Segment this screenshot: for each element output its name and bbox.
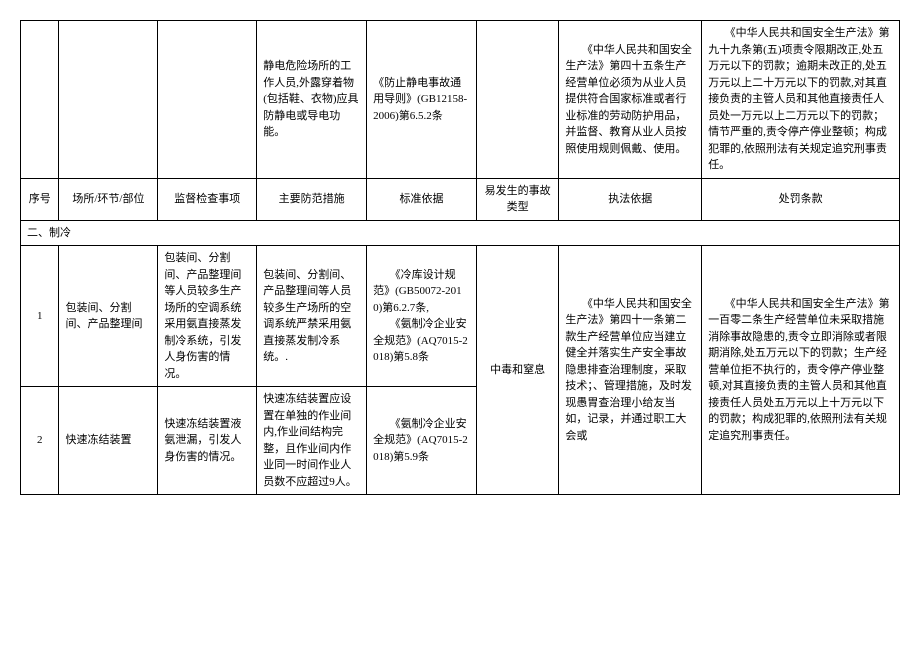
cell-inspect: 快速冻结装置液氨泄漏，引发人身伤害的情况。 bbox=[158, 387, 257, 495]
header-standard: 标准依据 bbox=[367, 178, 477, 220]
cell-accident bbox=[476, 21, 558, 179]
cell-penalty: 《中华人民共和国安全生产法》第九十九条第(五)项责令限期改正,处五万元以下的罚款… bbox=[702, 21, 900, 179]
cell-measure: 快速冻结装置应设置在单独的作业间内,作业间结构完整，且作业间内作业同一时间作业人… bbox=[257, 387, 367, 495]
cell-standard: 《防止静电事故通用导则》(GB12158-2006)第6.5.2条 bbox=[367, 21, 477, 179]
cell-accident: 中毒和窒息 bbox=[476, 246, 558, 495]
table-header-row: 序号 场所/环节/部位 监督检查事项 主要防范措施 标准依据 易发生的事故类型 … bbox=[21, 178, 900, 220]
cell-standard: 《冷库设计规范》(GB50072-2010)第6.2.7条, 《氨制冷企业安全规… bbox=[367, 246, 477, 387]
cell-measure: 包装间、分割间、产品整理间等人员较多生产场所的空调系统严禁采用氨直接蒸发制冷系统… bbox=[257, 246, 367, 387]
cell-place bbox=[59, 21, 158, 179]
section-row: 二、制冷 bbox=[21, 220, 900, 246]
cell-seq: 2 bbox=[21, 387, 59, 495]
header-place: 场所/环节/部位 bbox=[59, 178, 158, 220]
header-basis: 执法依据 bbox=[559, 178, 702, 220]
cell-inspect: 包装间、分割间、产品整理间等人员较多生产场所的空调系统采用氨直接蒸发制冷系统，引… bbox=[158, 246, 257, 387]
cell-measure: 静电危险场所的工作人员,外露穿着物(包括鞋、衣物)应具防静电或导电功能。 bbox=[257, 21, 367, 179]
cell-inspect bbox=[158, 21, 257, 179]
cell-seq: 1 bbox=[21, 246, 59, 387]
header-inspect: 监督检查事项 bbox=[158, 178, 257, 220]
cell-basis: 《中华人民共和国安全生产法》第四十五条生产经营单位必须为从业人员提供符合国家标准… bbox=[559, 21, 702, 179]
header-penalty: 处罚条款 bbox=[702, 178, 900, 220]
cell-basis: 《中华人民共和国安全生产法》第四十一条第二款生产经营单位应当建立健全并落实生产安… bbox=[559, 246, 702, 495]
header-measure: 主要防范措施 bbox=[257, 178, 367, 220]
regulation-table: 静电危险场所的工作人员,外露穿着物(包括鞋、衣物)应具防静电或导电功能。 《防止… bbox=[20, 20, 900, 495]
cell-standard: 《氨制冷企业安全规范》(AQ7015-2018)第5.9条 bbox=[367, 387, 477, 495]
cell-place: 快速冻结装置 bbox=[59, 387, 158, 495]
table-row: 静电危险场所的工作人员,外露穿着物(包括鞋、衣物)应具防静电或导电功能。 《防止… bbox=[21, 21, 900, 179]
header-seq: 序号 bbox=[21, 178, 59, 220]
cell-place: 包装间、分割间、产品整理间 bbox=[59, 246, 158, 387]
table-row: 1 包装间、分割间、产品整理间 包装间、分割间、产品整理间等人员较多生产场所的空… bbox=[21, 246, 900, 387]
cell-seq bbox=[21, 21, 59, 179]
section-label: 二、制冷 bbox=[21, 220, 900, 246]
header-accident: 易发生的事故类型 bbox=[476, 178, 558, 220]
cell-penalty: 《中华人民共和国安全生产法》第一百零二条生产经营单位未采取措施消除事故隐患的,责… bbox=[702, 246, 900, 495]
